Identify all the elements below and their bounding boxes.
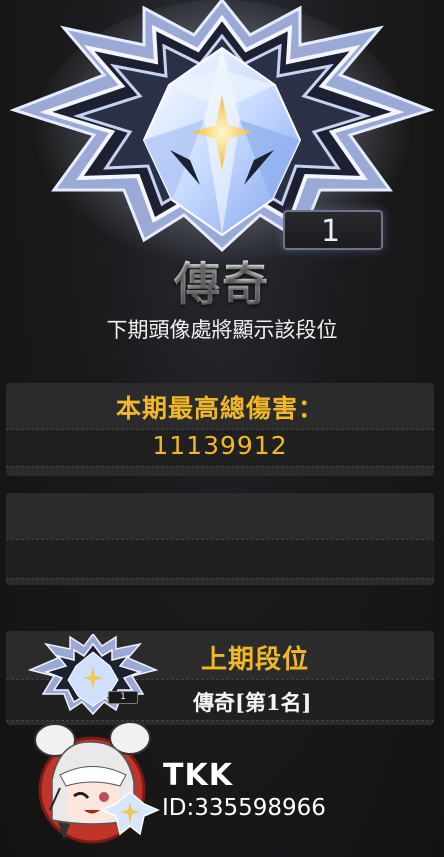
empty-panel-inner: [6, 539, 434, 579]
last-season-value: 傳奇[第1名]: [193, 690, 312, 715]
small-tier-emblem-icon: [28, 634, 158, 716]
avatar-tier-crystal-icon: [100, 791, 160, 836]
damage-value: 11139912: [152, 431, 288, 460]
player-name: TKK: [163, 758, 233, 793]
rank-number: 1: [321, 214, 341, 249]
damage-panel: 本期最高總傷害： 11139912: [6, 383, 434, 476]
rank-screen: 1 傳奇 下期頭像處將顯示該段位 本期最高總傷害： 11139912 上期段位 …: [0, 0, 444, 857]
tier-subtitle: 下期頭像處將顯示該段位: [106, 318, 338, 342]
damage-label: 本期最高總傷害：: [115, 394, 324, 423]
last-season-label: 上期段位: [201, 645, 310, 675]
empty-panel: [6, 493, 434, 585]
rank-number-badge: 1: [283, 210, 383, 250]
player-id: ID:335598966: [162, 795, 326, 821]
tier-title: 傳奇: [0, 248, 444, 314]
small-rank-badge: 1: [108, 691, 138, 704]
